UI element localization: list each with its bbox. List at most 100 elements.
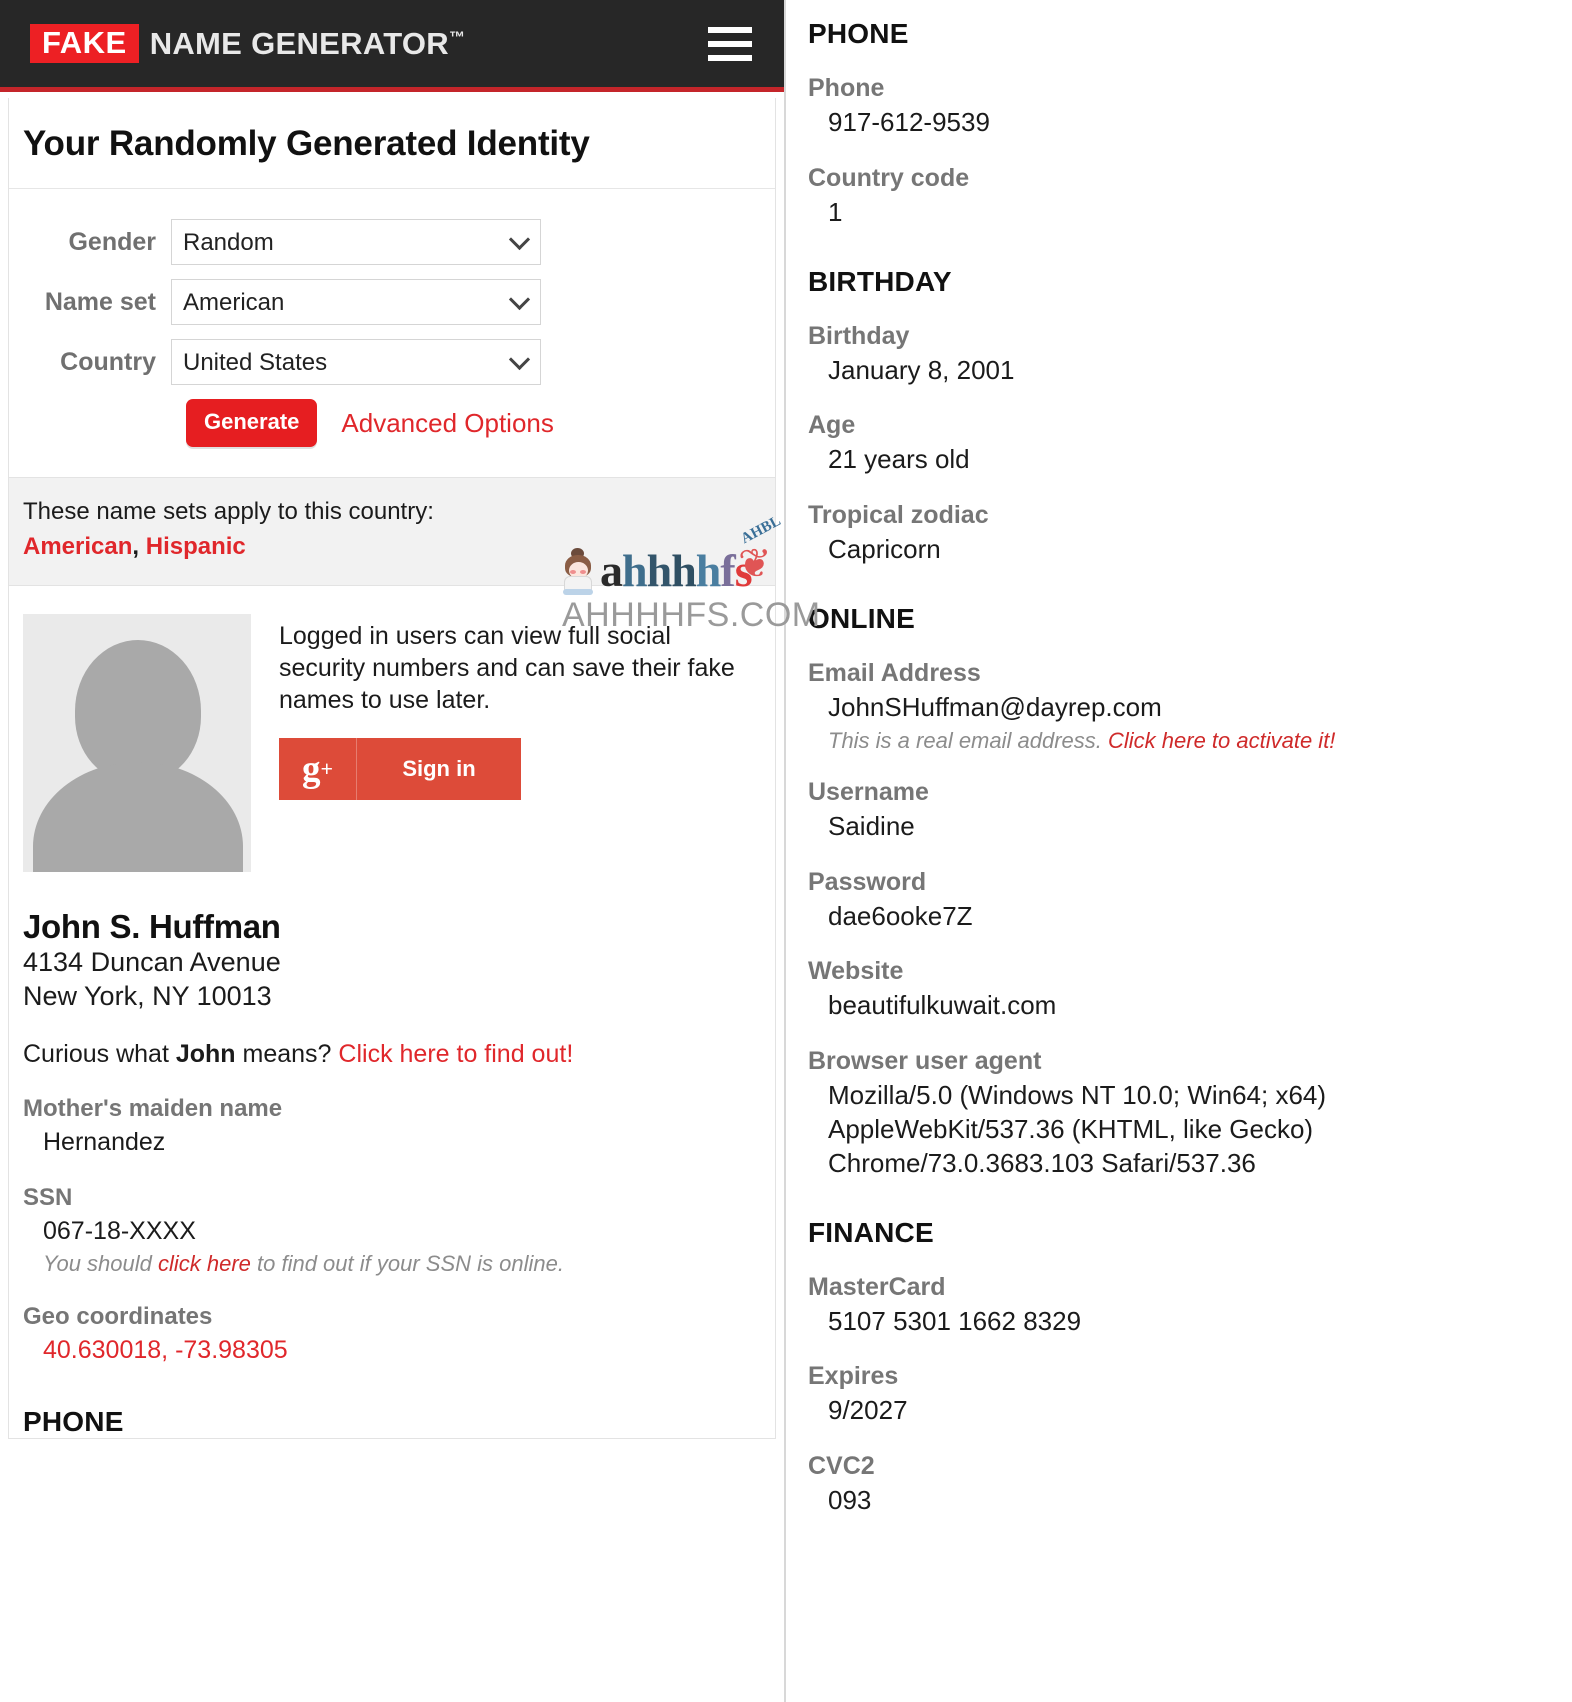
field-age: Age 21 years old	[808, 411, 1552, 477]
nameset-links: American, Hispanic	[23, 533, 761, 561]
promo-block: Logged in users can view full social sec…	[279, 614, 761, 872]
avatar-head-shape	[75, 640, 201, 782]
username-value: Saidine	[828, 810, 915, 841]
email-value: JohnSHuffman@dayrep.com	[828, 691, 1162, 722]
google-signin-button[interactable]: g + Sign in	[279, 738, 521, 800]
ssn-note-suffix: to find out if your SSN is online.	[250, 1250, 564, 1276]
mothers-maiden-name-value: Hernandez	[43, 1127, 166, 1156]
field-password: Password dae6ooke7Z	[808, 868, 1552, 934]
country-code-label: Country code	[808, 163, 970, 192]
phone-label: Phone	[808, 74, 885, 102]
gender-select[interactable]: Random	[171, 219, 541, 265]
age-value: 21 years old	[828, 444, 970, 475]
password-label: Password	[808, 867, 927, 896]
logo-name-text: NAME GENERATOR™	[149, 26, 466, 61]
field-useragent: Browser user agent Mozilla/5.0 (Windows …	[808, 1047, 1552, 1180]
country-select-wrap: United States	[171, 339, 541, 385]
email-note-prefix: This is a real email address.	[828, 727, 1108, 753]
avatar	[23, 614, 251, 872]
country-row: Country United States	[9, 339, 775, 385]
nameset-link-hispanic[interactable]: Hispanic	[146, 533, 246, 560]
identity-card: Your Randomly Generated Identity Gender …	[8, 98, 776, 1439]
section-heading-phone-left: PHONE	[23, 1406, 124, 1437]
geo-value[interactable]: 40.630018, -73.98305	[23, 1334, 761, 1367]
field-phone: Phone 917-612-9539	[808, 74, 1552, 140]
nameset-label: Name set	[44, 287, 156, 316]
username-label: Username	[808, 777, 929, 806]
website-label: Website	[808, 957, 904, 986]
field-birthday: Birthday January 8, 2001	[808, 322, 1552, 388]
field-expires: Expires 9/2027	[808, 1362, 1552, 1428]
ssn-note: You should click here to find out if you…	[23, 1251, 761, 1277]
expires-value: 9/2027	[828, 1395, 908, 1426]
street-address: 4134 Duncan Avenue	[23, 947, 281, 977]
country-code-value: 1	[828, 196, 843, 227]
site-header: FAKE NAME GENERATOR™	[0, 0, 784, 92]
gender-row: Gender Random	[9, 219, 775, 265]
mastercard-label: MasterCard	[808, 1272, 946, 1301]
right-column: PHONE Phone 917-612-9539 Country code 1 …	[786, 0, 1572, 1702]
age-label: Age	[808, 411, 856, 440]
google-plus-icon: g +	[279, 738, 357, 800]
ssn-note-prefix: You should	[43, 1250, 158, 1276]
curious-firstname: John	[175, 1039, 236, 1068]
nameset-link-american[interactable]: American	[23, 533, 132, 560]
ssn-check-link[interactable]: click here	[158, 1251, 251, 1276]
promo-text: Logged in users can view full social sec…	[279, 622, 735, 714]
section-heading-phone: PHONE	[808, 18, 909, 49]
field-ssn: SSN 067-18-XXXX You should click here to…	[23, 1184, 761, 1277]
gender-select-wrap: Random	[171, 219, 541, 265]
section-heading-birthday: BIRTHDAY	[808, 265, 952, 297]
advanced-options-link[interactable]: Advanced Options	[341, 408, 553, 439]
identity-block: John S. Huffman 4134 Duncan Avenue New Y…	[9, 872, 775, 1069]
google-signin-label: Sign in	[402, 756, 476, 781]
hamburger-bar	[708, 26, 752, 33]
field-zodiac: Tropical zodiac Capricorn	[808, 501, 1552, 567]
nameset-info-bar: These name sets apply to this country: A…	[9, 477, 775, 586]
avatar-body-shape	[33, 762, 243, 872]
generate-button[interactable]: Generate	[186, 399, 318, 447]
nameset-info-text: These name sets apply to this country:	[23, 498, 434, 525]
country-select[interactable]: United States	[171, 339, 541, 385]
name-meaning-link[interactable]: Click here to find out!	[338, 1040, 573, 1068]
expires-label: Expires	[808, 1362, 899, 1391]
email-activate-link[interactable]: Click here to activate it!	[1108, 728, 1335, 753]
curious-prefix: Curious what	[23, 1039, 176, 1068]
form-actions: Generate Advanced Options	[186, 399, 775, 447]
field-country-code: Country code 1	[808, 164, 1552, 230]
ssn-label: SSN	[23, 1184, 73, 1211]
gender-label: Gender	[68, 227, 156, 256]
website-value: beautifulkuwait.com	[828, 990, 1057, 1021]
name-meaning-line: Curious what John means? Click here to f…	[23, 1040, 761, 1069]
site-logo[interactable]: FAKE NAME GENERATOR™	[30, 24, 465, 63]
field-mothers-maiden-name: Mother's maiden name Hernandez	[23, 1095, 761, 1159]
city-state-zip: New York, NY 10013	[23, 980, 272, 1011]
birthday-value: January 8, 2001	[828, 354, 1015, 385]
profile-promo-area: Logged in users can view full social sec…	[9, 586, 775, 872]
field-geo-coordinates: Geo coordinates 40.630018, -73.98305	[23, 1303, 761, 1367]
phone-value: 917-612-9539	[828, 107, 990, 137]
nameset-select-wrap: American	[171, 279, 541, 325]
hamburger-menu-icon[interactable]	[708, 26, 752, 61]
nameset-select[interactable]: American	[171, 279, 541, 325]
mothers-maiden-name-label: Mother's maiden name	[23, 1094, 283, 1122]
useragent-label: Browser user agent	[808, 1047, 1042, 1076]
zodiac-label: Tropical zodiac	[808, 501, 989, 530]
email-note: This is a real email address. Click here…	[808, 728, 1552, 754]
mastercard-value: 5107 5301 1662 8329	[828, 1305, 1082, 1336]
trademark-symbol: ™	[448, 29, 466, 47]
field-mastercard: MasterCard 5107 5301 1662 8329	[808, 1273, 1552, 1339]
country-label: Country	[60, 347, 156, 376]
field-username: Username Saidine	[808, 778, 1552, 844]
hamburger-bar	[708, 54, 752, 61]
zodiac-value: Capricorn	[828, 534, 941, 565]
password-value: dae6ooke7Z	[828, 900, 973, 931]
field-website: Website beautifulkuwait.com	[808, 957, 1552, 1023]
cvc2-label: CVC2	[808, 1452, 875, 1481]
email-label: Email Address	[808, 658, 981, 687]
section-heading-online: ONLINE	[808, 602, 915, 634]
page-title: Your Randomly Generated Identity	[9, 98, 775, 189]
logo-fake-badge: FAKE	[30, 24, 139, 63]
hamburger-bar	[708, 40, 752, 47]
identity-fields: Mother's maiden name Hernandez SSN 067-1…	[9, 1095, 775, 1367]
